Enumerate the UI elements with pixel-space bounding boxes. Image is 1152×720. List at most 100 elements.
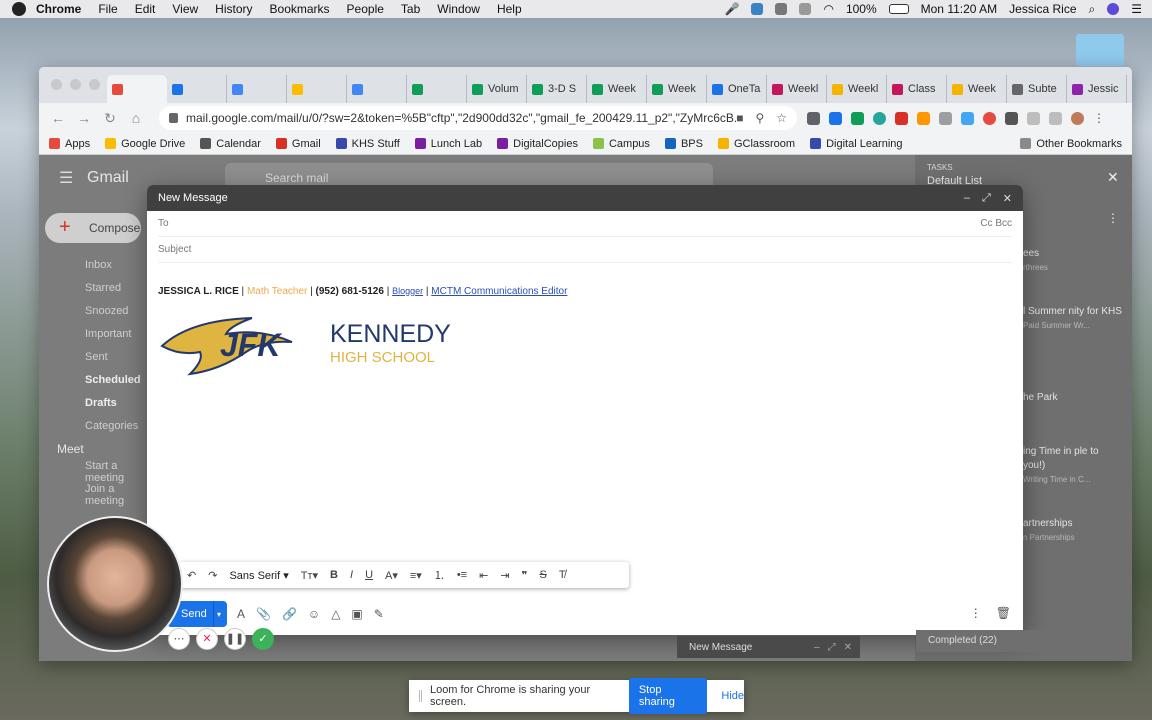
browser-tab[interactable]: Weekl bbox=[827, 75, 887, 103]
compose-button[interactable]: + Compose bbox=[45, 213, 141, 243]
task-item[interactable]: ees rthrees bbox=[1023, 247, 1123, 275]
menu-user[interactable]: Jessica Rice bbox=[1009, 2, 1076, 16]
to-field[interactable]: To Cc Bcc bbox=[158, 211, 1012, 237]
browser-tab[interactable]: Educa bbox=[1127, 75, 1132, 103]
menu-file[interactable]: File bbox=[98, 2, 117, 16]
loom-cancel-icon[interactable]: ✕ bbox=[196, 628, 218, 650]
menu-tab[interactable]: Tab bbox=[401, 2, 420, 16]
status-app-icon[interactable] bbox=[751, 3, 764, 15]
browser-tab[interactable]: Jessic bbox=[1067, 75, 1127, 103]
browser-tab[interactable] bbox=[287, 75, 347, 103]
task-item[interactable]: ing Time in ple to you!) Writing Time in … bbox=[1023, 445, 1123, 487]
bookmark-item[interactable]: Gmail bbox=[275, 138, 321, 150]
attach-icon[interactable]: 📎 bbox=[256, 607, 271, 621]
zoom-window-icon[interactable] bbox=[89, 79, 100, 90]
nav-item[interactable]: Starred bbox=[39, 276, 149, 299]
address-bar[interactable]: mail.google.com/mail/u/0/?sw=2&token=%5B… bbox=[159, 106, 797, 130]
profile-avatar[interactable] bbox=[1071, 111, 1084, 125]
nav-item[interactable]: Snoozed bbox=[39, 299, 149, 322]
numbered-list-icon[interactable]: ⒈ bbox=[434, 567, 445, 583]
bookmark-item[interactable]: Campus bbox=[592, 138, 650, 150]
fullscreen-icon[interactable]: ⤢ bbox=[828, 642, 836, 653]
extension-icon[interactable] bbox=[807, 111, 820, 125]
compose-header[interactable]: New Message – ⤢ ✕ bbox=[147, 185, 1023, 211]
indent-more-icon[interactable]: ⇥ bbox=[500, 569, 509, 582]
font-size-icon[interactable]: Tт▾ bbox=[301, 569, 318, 582]
grid-extension-icon[interactable] bbox=[1005, 111, 1018, 125]
drag-handle-icon[interactable] bbox=[419, 690, 422, 702]
bookmark-item[interactable]: Calendar bbox=[200, 138, 261, 150]
desktop-folder-icon[interactable] bbox=[1076, 34, 1124, 66]
send-options-icon[interactable]: ▾ bbox=[213, 601, 227, 627]
menu-app-name[interactable]: Chrome bbox=[36, 2, 81, 16]
hide-button[interactable]: Hide bbox=[721, 690, 744, 702]
gmail-logo[interactable]: Gmail bbox=[87, 169, 129, 187]
strikethrough-icon[interactable]: S bbox=[539, 569, 546, 581]
formatting-options-icon[interactable]: A bbox=[237, 607, 245, 621]
browser-tab[interactable]: OneTa bbox=[707, 75, 767, 103]
minimize-icon[interactable]: – bbox=[814, 642, 820, 653]
menu-bookmarks[interactable]: Bookmarks bbox=[270, 2, 330, 16]
wifi-icon[interactable]: ◠ bbox=[823, 2, 833, 16]
bookmark-item[interactable]: Google Drive bbox=[105, 138, 185, 150]
browser-tab[interactable]: Week bbox=[947, 75, 1007, 103]
extension-icon[interactable] bbox=[1027, 111, 1040, 125]
menu-people[interactable]: People bbox=[347, 2, 384, 16]
nav-item[interactable]: Inbox bbox=[39, 253, 149, 276]
menu-history[interactable]: History bbox=[215, 2, 252, 16]
nav-item[interactable]: Important bbox=[39, 322, 149, 345]
bookmark-item[interactable]: Apps bbox=[49, 138, 90, 150]
discard-draft-icon[interactable]: 🗑 bbox=[996, 606, 1011, 620]
minimize-icon[interactable]: – bbox=[964, 192, 970, 205]
extension-icon[interactable] bbox=[895, 111, 908, 125]
url-text[interactable]: mail.google.com/mail/u/0/?sw=2&token=%5B… bbox=[186, 111, 736, 125]
extension-icon[interactable] bbox=[1049, 111, 1062, 125]
emoji-icon[interactable]: ☺ bbox=[308, 607, 320, 621]
browser-tab[interactable] bbox=[227, 75, 287, 103]
browser-tab[interactable]: Class bbox=[887, 75, 947, 103]
back-icon[interactable]: ← bbox=[47, 110, 69, 126]
star-icon[interactable]: ☆ bbox=[776, 111, 787, 125]
minimize-window-icon[interactable] bbox=[70, 79, 81, 90]
microphone-icon[interactable]: 🎤 bbox=[725, 2, 740, 16]
notification-center-icon[interactable]: ☰ bbox=[1131, 2, 1142, 16]
nav-item[interactable]: Sent bbox=[39, 345, 149, 368]
minimized-compose[interactable]: New Message – ⤢ ✕ bbox=[677, 636, 860, 658]
camera-icon[interactable]: ■ bbox=[736, 111, 743, 125]
browser-tab[interactable] bbox=[407, 75, 467, 103]
subject-field[interactable]: Subject bbox=[158, 237, 1012, 263]
loom-finish-icon[interactable]: ✓ bbox=[252, 628, 274, 650]
extension-icon[interactable] bbox=[851, 111, 864, 125]
home-icon[interactable]: ⌂ bbox=[125, 110, 147, 126]
loom-more-icon[interactable]: ⋯ bbox=[168, 628, 190, 650]
loom-webcam-bubble[interactable] bbox=[47, 516, 183, 652]
battery-percent[interactable]: 100% bbox=[846, 2, 877, 16]
apple-icon[interactable] bbox=[12, 2, 26, 16]
extension-icon[interactable] bbox=[917, 111, 930, 125]
stop-sharing-button[interactable]: Stop sharing bbox=[628, 678, 708, 714]
task-item[interactable]: he Park bbox=[1023, 391, 1123, 405]
close-icon[interactable]: ✕ bbox=[1003, 192, 1012, 205]
quote-icon[interactable]: ❞ bbox=[522, 569, 528, 582]
close-window-icon[interactable] bbox=[51, 79, 62, 90]
bookmark-item[interactable]: Digital Learning bbox=[810, 138, 903, 150]
forward-icon[interactable]: → bbox=[73, 110, 95, 126]
drive-icon[interactable]: △ bbox=[331, 607, 340, 621]
reload-icon[interactable]: ↻ bbox=[99, 110, 121, 127]
menu-view[interactable]: View bbox=[172, 2, 198, 16]
close-icon[interactable]: ✕ bbox=[844, 642, 852, 653]
browser-tab[interactable]: Subte bbox=[1007, 75, 1067, 103]
meet-item[interactable]: Start a meeting bbox=[39, 460, 149, 484]
font-select[interactable]: Sans Serif ▾ bbox=[229, 569, 288, 582]
browser-tab[interactable] bbox=[167, 75, 227, 103]
chrome-menu-icon[interactable]: ⋮ bbox=[1093, 112, 1106, 125]
extension-icon[interactable] bbox=[829, 111, 842, 125]
extension-icon[interactable] bbox=[961, 111, 974, 125]
zoom-icon[interactable]: ⚲ bbox=[755, 111, 764, 125]
bookmark-item[interactable]: DigitalCopies bbox=[497, 138, 578, 150]
fullscreen-icon[interactable]: ⤢ bbox=[982, 192, 991, 205]
tasks-completed[interactable]: Completed (22) bbox=[916, 630, 1123, 652]
status-app-icon-2[interactable] bbox=[775, 3, 788, 15]
blogger-link[interactable]: Blogger bbox=[392, 286, 423, 296]
tasks-more-icon[interactable]: ⋮ bbox=[1107, 211, 1119, 225]
